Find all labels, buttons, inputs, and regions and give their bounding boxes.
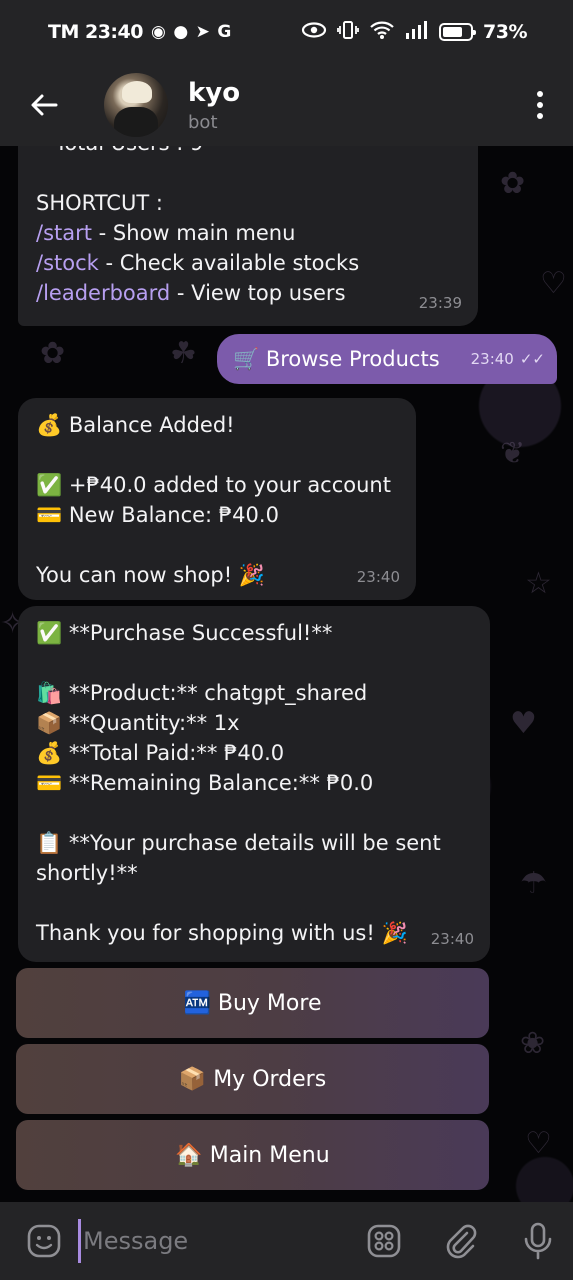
message-bubble-purchase: ✅ **Purchase Successful!** 🛍️ **Product:… [18, 606, 490, 962]
messenger-icon: ◉ [150, 21, 166, 42]
message-bubble-balance: 💰 Balance Added! ✅ +₱40.0 added to your … [18, 398, 416, 600]
message-line: ✅ **Purchase Successful!** [36, 621, 333, 645]
doodle-icon: ♡ [525, 1126, 552, 1161]
doodle-icon: ♡ [540, 266, 567, 301]
status-right: 73% [301, 20, 527, 44]
message-line: 💰 **Total Paid:** ₱40.0 [36, 741, 285, 765]
message-line: shortly!** [36, 861, 138, 885]
battery-icon [439, 23, 477, 41]
vibrate-icon [337, 20, 359, 44]
doodle-icon: ❦ [500, 436, 526, 471]
button-label: 🏧 Buy More [183, 990, 322, 1016]
doodle-icon: ☘ [170, 336, 197, 371]
dot-icon [537, 91, 543, 97]
chat-header: kyo bot [0, 64, 573, 146]
command-row: /stock - Check available stocks [36, 251, 360, 275]
dot-icon [537, 113, 543, 119]
signal-icon [405, 21, 429, 43]
doodle-icon: ✿ [500, 166, 526, 201]
button-label: 🏠 Main Menu [175, 1142, 330, 1168]
paperclip-icon [446, 1224, 477, 1259]
eye-icon [301, 22, 327, 42]
doodle-icon: ❀ [520, 1026, 546, 1061]
button-label: 📦 My Orders [178, 1066, 327, 1092]
message-line: Thank you for shopping with us! 🎉 [36, 921, 408, 945]
message-line: 📦 **Quantity:** 1x [36, 711, 240, 735]
emoji-button[interactable] [24, 1221, 64, 1261]
emoji-icon [27, 1224, 61, 1258]
message-text: 🛒 Browse Products [233, 346, 440, 371]
message-line: 💰 Balance Added! [36, 413, 235, 437]
command-link[interactable]: /leaderboard [36, 281, 170, 305]
message-time: 23:40 [470, 350, 514, 368]
voice-button[interactable] [518, 1221, 558, 1261]
google-icon: G [217, 21, 231, 42]
wifi-icon [369, 20, 395, 44]
back-button[interactable] [0, 64, 88, 146]
outgoing-message: 🛒 Browse Products 23:40 ✓✓ [217, 334, 557, 384]
telegram-icon: ➤ [195, 21, 210, 42]
doodle-icon: ♥ [510, 706, 537, 741]
chat-subtitle: bot [188, 111, 218, 133]
message-line: SHORTCUT : [36, 191, 163, 215]
battery-percent: 73% [483, 21, 527, 43]
chat-title-block[interactable]: kyo bot [188, 78, 240, 133]
message-input[interactable] [78, 1219, 348, 1263]
message-line: 📋 **Your purchase details will be sent [36, 831, 441, 855]
status-left: TM 23:40 ◉ ● ➤ G [48, 21, 231, 43]
doodle-icon: ☆ [525, 566, 552, 601]
dot-icon [537, 102, 543, 108]
chat-icon: ● [173, 21, 188, 42]
message-line: You can now shop! 🎉 [36, 563, 265, 587]
back-arrow-icon [31, 94, 58, 116]
microphone-icon [524, 1222, 552, 1260]
message-line: 💳 **Remaining Balance:** ₱0.0 [36, 771, 374, 795]
more-options-button[interactable] [537, 91, 543, 119]
message-line: ✅ +₱40.0 added to your account [36, 473, 391, 497]
message-line: 🛍️ **Product:** chatgpt_shared [36, 681, 368, 705]
grid-icon [367, 1224, 401, 1258]
message-line: • Total Users : 9 [36, 146, 460, 158]
message-input-bar [0, 1202, 573, 1280]
message-time: 23:40 [430, 930, 474, 948]
status-bar: TM 23:40 ◉ ● ➤ G 73% [0, 0, 573, 64]
main-menu-button[interactable]: 🏠 Main Menu [16, 1120, 489, 1190]
message-time: 23:39 [418, 294, 462, 312]
read-ticks-icon: ✓✓ [519, 350, 545, 368]
doodle-icon: ✿ [40, 336, 66, 371]
message-time: 23:40 [356, 568, 400, 586]
message-bubble-shortcuts: • Total Users : 9 SHORTCUT : /start - Sh… [18, 146, 478, 326]
status-time: TM 23:40 [48, 21, 143, 43]
command-row: /leaderboard - View top users [36, 281, 346, 305]
chat-area[interactable]: ✿ ♡ ❦ ☆ ♥ ☂ ❀ ✧ ✿ ☘ ♡ • Total Users : 9 … [0, 146, 573, 1202]
attach-button[interactable] [440, 1221, 480, 1261]
my-orders-button[interactable]: 📦 My Orders [16, 1044, 489, 1114]
message-line: 💳 New Balance: ₱40.0 [36, 503, 279, 527]
command-row: /start - Show main menu [36, 221, 296, 245]
command-link[interactable]: /start [36, 221, 92, 245]
buy-more-button[interactable]: 🏧 Buy More [16, 968, 489, 1038]
command-link[interactable]: /stock [36, 251, 99, 275]
avatar[interactable] [104, 73, 168, 137]
bot-commands-button[interactable] [364, 1221, 404, 1261]
chat-title: kyo [188, 77, 241, 108]
doodle-icon: ☂ [520, 866, 547, 901]
